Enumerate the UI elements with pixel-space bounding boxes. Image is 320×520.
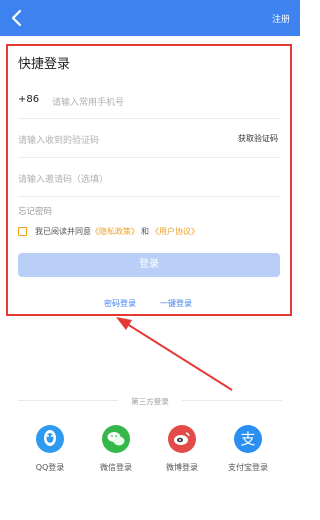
divider (182, 400, 282, 401)
login-button[interactable]: 登录 (18, 253, 280, 277)
agree-checkbox[interactable] (18, 227, 27, 236)
agree-text: 我已阅读并同意 (35, 227, 91, 236)
country-code[interactable]: +86 (18, 94, 39, 105)
privacy-policy-link[interactable]: 《隐私政策》 (91, 226, 139, 237)
page-title: 快捷登录 (18, 57, 71, 72)
qq-icon[interactable] (36, 425, 64, 453)
agreement-row: 我已阅读并同意 《隐私政策》 和 《用户协议》 (18, 226, 199, 237)
svg-text:支: 支 (240, 430, 255, 448)
phone-input[interactable]: 请输入常用手机号 (52, 95, 124, 108)
password-login-link[interactable]: 密码登录 (104, 298, 136, 309)
divider (18, 157, 280, 158)
forgot-password-link[interactable]: 忘记密码 (18, 205, 52, 217)
weibo-login-label[interactable]: 微博登录 (157, 462, 207, 473)
third-party-title: 第三方登录 (131, 397, 169, 406)
alipay-icon[interactable]: 支 (234, 425, 262, 453)
qq-login-label[interactable]: QQ登录 (25, 462, 75, 473)
verification-code-input[interactable]: 请输入收到的验证码 (18, 133, 99, 146)
alipay-login-label[interactable]: 支付宝登录 (223, 462, 273, 473)
divider (18, 196, 280, 197)
user-agreement-link[interactable]: 《用户协议》 (151, 226, 199, 237)
weibo-icon[interactable] (168, 425, 196, 453)
top-bar: 注册 (0, 0, 300, 36)
register-link[interactable]: 注册 (272, 12, 290, 25)
divider (18, 118, 280, 119)
and-text: 和 (141, 227, 149, 236)
invite-code-input[interactable]: 请输入邀请码（选填） (18, 172, 108, 185)
wechat-icon[interactable] (102, 425, 130, 453)
get-code-button[interactable]: 获取验证码 (238, 133, 278, 144)
wechat-login-label[interactable]: 微信登录 (91, 462, 141, 473)
back-arrow-icon[interactable] (8, 8, 28, 28)
one-key-login-link[interactable]: 一键登录 (160, 298, 192, 309)
